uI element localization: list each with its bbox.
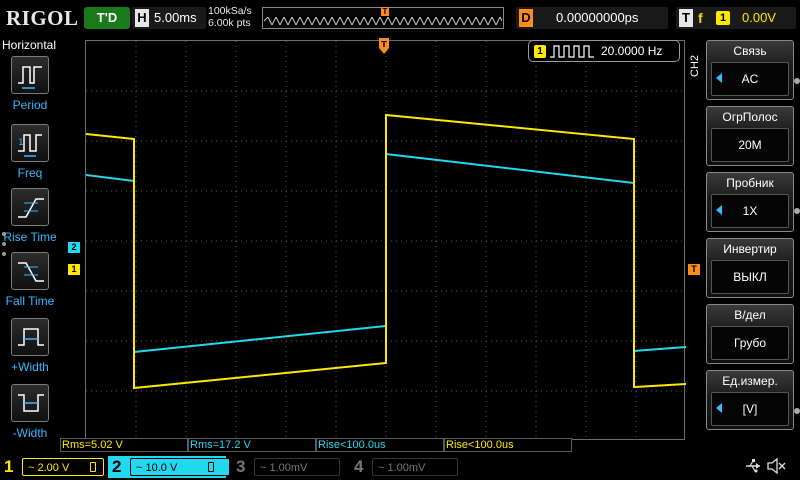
bandwidth-limit-icon: [208, 462, 214, 472]
period-label: Period: [12, 98, 48, 112]
rise-time-icon: [11, 188, 49, 226]
page-dots-icon: [2, 232, 6, 262]
freq-counter-channel: 1: [534, 45, 546, 58]
ch4-status[interactable]: 4 ~ 1.00mV: [350, 456, 462, 478]
ch1-number: 1: [4, 457, 14, 476]
left-menu-title: Horizontal: [2, 38, 57, 52]
trigger-position-marker[interactable]: T: [379, 38, 389, 56]
invert-title: Инвертир: [723, 242, 777, 256]
delay-letter: D: [519, 9, 533, 27]
delay-value: 0.00000000ps: [556, 10, 639, 25]
measurement-item[interactable]: Rms=5.02 V: [60, 438, 188, 452]
freq-icon: 1: [11, 124, 49, 162]
ch1-offset-marker[interactable]: 1: [68, 264, 80, 275]
ch2-offset-marker[interactable]: 2: [68, 242, 80, 253]
probe-menu-item[interactable]: Пробник 1X: [706, 172, 794, 232]
bandwidth-value: 20M: [738, 138, 762, 152]
pos-width-icon: [11, 318, 49, 356]
measure-freq-button[interactable]: 1 Freq: [0, 124, 60, 186]
square-wave-icon: [550, 45, 594, 58]
bandwidth-limit-menu-item[interactable]: ОгрПолос 20M: [706, 106, 794, 166]
memory-depth: 6.00k pts: [208, 17, 251, 29]
ch3-scale: ~ 1.00mV: [254, 458, 340, 476]
channel-menu: Связь AC ОгрПолос 20M Пробник 1X Инверти…: [706, 40, 794, 436]
timeline-waveform-icon: [264, 17, 502, 25]
units-value: [V]: [742, 402, 758, 416]
ch2-number: 2: [112, 457, 122, 476]
measurement-results: Rms=5.02 V Rms=17.2 V Rise<100.0us Rise<…: [60, 438, 572, 452]
trigger-level-value: 0.00V: [742, 10, 776, 25]
measure-neg-width-button[interactable]: -Width: [0, 384, 60, 446]
svg-text:1: 1: [18, 138, 24, 148]
waveform-display[interactable]: [85, 40, 686, 441]
sample-rate: 100kSa/s: [208, 5, 252, 17]
usb-icon: [746, 459, 760, 473]
measurement-item[interactable]: Rms=17.2 V: [188, 438, 316, 452]
svg-text:T: T: [381, 40, 387, 49]
units-title: Ед.измер.: [722, 374, 778, 388]
probe-title: Пробник: [726, 176, 774, 190]
ch3-status[interactable]: 3 ~ 1.00mV: [232, 456, 344, 478]
trigger-status-badge: T'D: [84, 7, 130, 29]
ch1-status[interactable]: 1 ~ 2.00 V: [0, 456, 106, 478]
freq-label: Freq: [17, 166, 43, 180]
volts-div-title: В/дел: [734, 308, 766, 322]
timebase-display[interactable]: H 5.00ms: [132, 7, 206, 29]
speaker-muted-icon[interactable]: [766, 457, 786, 475]
frequency-counter: 1 20.0000 Hz: [528, 40, 680, 62]
memory-timeline[interactable]: T: [262, 7, 504, 29]
ch2-status[interactable]: 2 ~ 10.0 V: [108, 456, 230, 478]
bandwidth-limit-icon: [90, 462, 96, 472]
horizontal-measure-menu: Horizontal Period 1 Freq Rise Time Fall …: [0, 36, 60, 454]
acquisition-info: 100kSa/s 6.00k pts: [208, 5, 252, 29]
rise-time-label: Rise Time: [3, 230, 57, 244]
measurement-item[interactable]: Rise<100.0us: [316, 438, 444, 452]
coupling-menu-item[interactable]: Связь AC: [706, 40, 794, 100]
trigger-level-marker[interactable]: T: [688, 264, 700, 275]
neg-width-icon: [11, 384, 49, 422]
ch4-scale: ~ 1.00mV: [372, 458, 458, 476]
measure-fall-time-button[interactable]: Fall Time: [0, 252, 60, 314]
bandwidth-title: ОгрПолос: [722, 110, 778, 124]
knob-indicator-icon: [794, 208, 800, 214]
probe-value: 1X: [742, 204, 758, 218]
knob-indicator-icon: [794, 78, 800, 84]
top-status-bar: RIGOL T'D H 5.00ms 100kSa/s 6.00k pts T …: [0, 0, 800, 36]
knob-indicator-icon: [794, 408, 800, 414]
ch3-number: 3: [236, 457, 246, 476]
neg-width-label: -Width: [12, 426, 48, 440]
brand-logo: RIGOL: [6, 6, 79, 30]
menu-channel-tag: CH2: [689, 54, 701, 77]
trigger-display[interactable]: T f 1 0.00V: [676, 7, 796, 29]
ch2-scale: ~ 10.0 V: [130, 458, 230, 476]
measurement-item[interactable]: Rise<100.0us: [444, 438, 572, 452]
volts-div-value: Грубо: [733, 336, 767, 350]
timeline-trigger-marker: T: [381, 7, 389, 16]
timebase-letter: H: [135, 9, 149, 27]
delay-display[interactable]: D 0.00000000ps: [516, 7, 668, 29]
fall-time-label: Fall Time: [5, 294, 55, 308]
ch4-number: 4: [354, 457, 364, 476]
measure-rise-time-button[interactable]: Rise Time: [0, 188, 60, 250]
units-menu-item[interactable]: Ед.измер. [V]: [706, 370, 794, 430]
measure-period-button[interactable]: Period: [0, 56, 60, 118]
rising-edge-icon: f: [698, 10, 703, 26]
coupling-value: AC: [741, 72, 759, 86]
coupling-title: Связь: [733, 44, 767, 58]
freq-counter-value: 20.0000 Hz: [601, 44, 663, 58]
graticule: [86, 41, 686, 441]
timebase-value: 5.00ms: [154, 10, 197, 25]
volts-div-menu-item[interactable]: В/дел Грубо: [706, 304, 794, 364]
trigger-source-badge: 1: [716, 11, 730, 25]
fall-time-icon: [11, 252, 49, 290]
invert-menu-item[interactable]: Инвертир ВЫКЛ: [706, 238, 794, 298]
channel-status-bar: 1 ~ 2.00 V 2 ~ 10.0 V 3 ~ 1.00mV 4 ~ 1.0…: [0, 454, 800, 480]
trigger-letter: T: [679, 9, 693, 27]
pos-width-label: +Width: [11, 360, 49, 374]
invert-value: ВЫКЛ: [733, 270, 767, 284]
measure-pos-width-button[interactable]: +Width: [0, 318, 60, 380]
period-icon: [11, 56, 49, 94]
